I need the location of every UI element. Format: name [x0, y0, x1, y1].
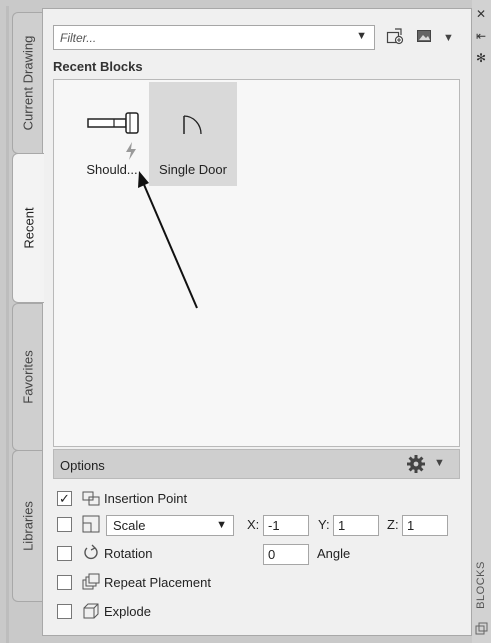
add-block-icon[interactable]	[386, 28, 404, 50]
explode-icon	[83, 603, 99, 619]
rotation-label: Rotation	[104, 546, 153, 561]
close-icon[interactable]: ✕	[476, 8, 486, 20]
filter-dropdown-icon[interactable]: ▼	[356, 30, 367, 42]
recent-blocks-area: Should... Single Door	[53, 79, 460, 447]
gear-icon[interactable]	[406, 454, 426, 479]
scale-z-input[interactable]: 1	[402, 515, 448, 536]
scale-checkbox[interactable]	[57, 517, 72, 532]
insertion-point-label: Insertion Point	[104, 491, 188, 506]
insertion-point-icon	[82, 491, 100, 506]
filter-input[interactable]: Filter... ▼	[53, 25, 375, 50]
explode-label: Explode	[104, 604, 151, 619]
x-label: X:	[247, 517, 260, 532]
blocks-palette-main: Filter... ▼ ▼ Recent Blocks Should... Si…	[42, 8, 472, 636]
tab-libraries[interactable]: Libraries	[12, 450, 42, 602]
tab-libraries-label: Libraries	[20, 501, 35, 551]
scale-mode-select[interactable]: Scale ▼	[106, 515, 234, 536]
z-label: Z:	[387, 517, 399, 532]
option-scale: Scale ▼ X: -1 Y: 1 Z: 1	[57, 515, 457, 537]
tab-recent[interactable]: Recent	[12, 153, 44, 303]
rotation-checkbox[interactable]	[57, 546, 72, 561]
explode-checkbox[interactable]	[57, 604, 72, 619]
repeat-placement-checkbox[interactable]	[57, 575, 72, 590]
rotation-icon	[84, 544, 98, 560]
options-dropdown-icon[interactable]: ▼	[434, 457, 445, 469]
annotation-arrow	[138, 171, 198, 309]
palette-title-bar: ✕ ⇤ ✻ BLOCKS	[472, 0, 491, 643]
option-explode: Explode	[57, 602, 357, 624]
insertion-point-checkbox[interactable]: ✓	[57, 491, 72, 506]
tab-current-drawing-label: Current Drawing	[20, 35, 35, 131]
options-label: Options	[60, 458, 105, 473]
thumbnail-view-icon[interactable]	[416, 28, 432, 48]
palette-title: BLOCKS	[475, 561, 487, 609]
palette-window: Current Drawing Recent Favorites Librari…	[0, 0, 491, 643]
angle-label: Angle	[317, 546, 351, 561]
scale-mode-value: Scale	[113, 518, 146, 533]
scale-mode-dropdown-icon: ▼	[216, 519, 227, 531]
option-insertion-point: ✓ Insertion Point	[57, 489, 357, 511]
panel-edge	[6, 6, 9, 643]
tab-favorites-label: Favorites	[20, 350, 35, 404]
properties-icon[interactable]: ✻	[476, 52, 486, 64]
option-repeat-placement: Repeat Placement	[57, 573, 357, 595]
rotation-angle-input[interactable]: 0	[263, 544, 309, 565]
scale-icon	[82, 515, 100, 533]
scale-x-input[interactable]: -1	[263, 515, 309, 536]
repeat-placement-icon	[82, 573, 100, 590]
filter-placeholder: Filter...	[60, 31, 97, 45]
view-dropdown-icon[interactable]: ▼	[443, 30, 454, 46]
scale-y-input[interactable]: 1	[333, 515, 379, 536]
section-title: Recent Blocks	[53, 59, 143, 74]
tab-recent-label: Recent	[21, 207, 36, 249]
tab-favorites[interactable]: Favorites	[12, 303, 42, 451]
repeat-placement-label: Repeat Placement	[104, 575, 211, 590]
tab-current-drawing[interactable]: Current Drawing	[12, 12, 42, 154]
auto-hide-icon[interactable]: ⇤	[476, 30, 486, 42]
option-rotation: Rotation 0 Angle	[57, 544, 457, 566]
options-header[interactable]: Options ▼	[53, 449, 460, 479]
y-label: Y:	[318, 517, 330, 532]
blocks-palette-icon	[475, 622, 488, 635]
